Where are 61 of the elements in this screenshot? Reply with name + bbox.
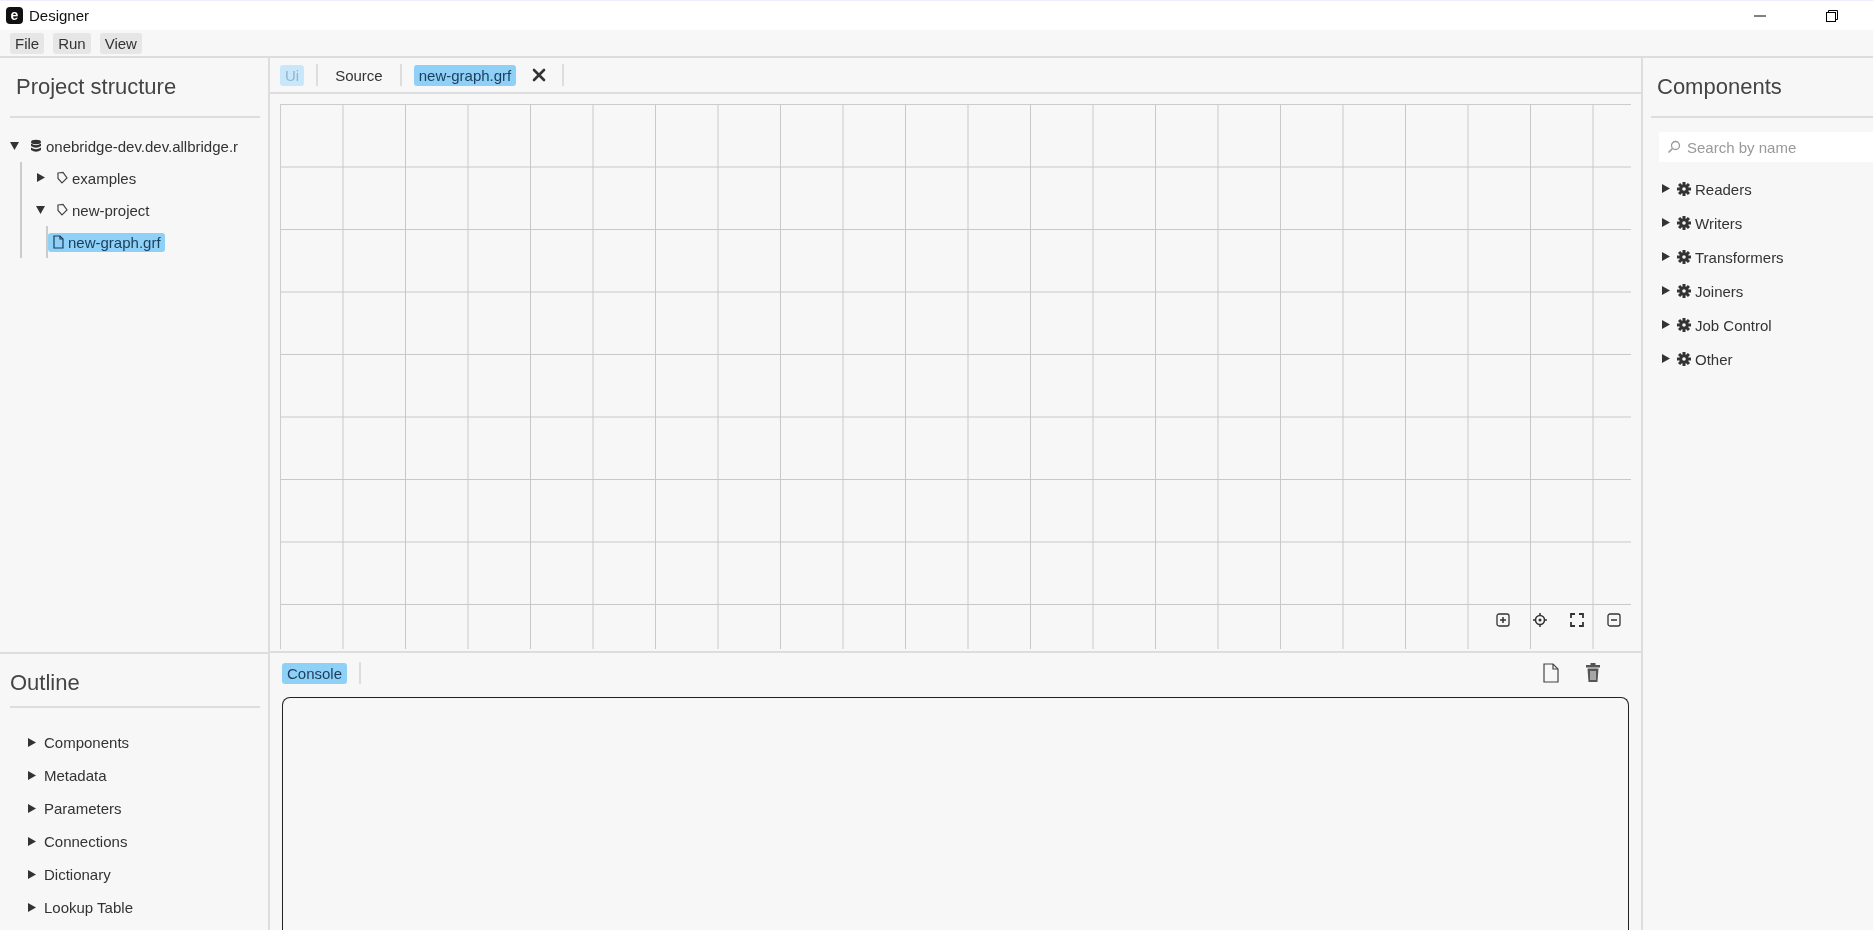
tree-item[interactable]: onebridge-dev.dev.allbridge.r [26,136,243,156]
expand-arrow-icon[interactable] [1661,252,1670,262]
component-category[interactable]: Joiners [1677,282,1744,300]
close-icon[interactable] [532,68,547,82]
expand-arrow-icon[interactable] [36,173,45,183]
component-category[interactable]: Transformers [1677,248,1784,266]
expand-arrow-icon[interactable] [1661,354,1670,364]
component-category[interactable]: Job Control [1677,316,1772,334]
outline-item[interactable]: Parameters [44,800,122,817]
component-category[interactable]: Writers [1677,214,1743,232]
collapse-arrow-icon[interactable] [36,205,45,215]
menu-item[interactable]: File [10,32,45,54]
trash-icon[interactable] [1585,663,1601,683]
window-title: Designer [29,7,90,24]
outline-item[interactable]: Dictionary [44,866,111,883]
expand-arrow-icon[interactable] [27,902,36,913]
fit-screen-icon[interactable] [1570,613,1584,627]
panel-title: Project structure [15,73,178,101]
component-category[interactable]: Readers [1677,180,1752,198]
zoom-out-icon[interactable] [1607,613,1621,627]
outline-item[interactable]: Components [44,734,130,751]
gear-icon [1677,318,1691,332]
menu-item[interactable]: View [99,32,142,54]
search-field[interactable]: Search by name [1659,132,1873,162]
outline-item[interactable]: Connections [44,833,128,850]
expand-arrow-icon[interactable] [27,869,36,880]
gear-icon [1677,352,1691,366]
tree-item[interactable]: examples [52,168,141,188]
zoom-in-icon[interactable] [1496,613,1510,627]
file-icon [52,235,64,249]
tag-icon [56,203,68,217]
outline-item[interactable]: Lookup Table [44,899,133,916]
tree-item[interactable]: new-project [52,200,154,220]
database-icon [30,139,42,153]
expand-arrow-icon[interactable] [27,770,36,781]
gear-icon [1677,284,1691,298]
expand-arrow-icon[interactable] [27,803,36,814]
target-icon[interactable] [1533,613,1547,627]
expand-arrow-icon[interactable] [1661,218,1670,228]
restore-icon[interactable] [1825,8,1839,23]
menu-item[interactable]: Run [53,32,91,54]
collapse-arrow-icon[interactable] [10,141,19,151]
expand-arrow-icon[interactable] [1661,184,1670,194]
expand-arrow-icon[interactable] [1661,286,1670,296]
panel-title: Components [1656,73,1783,101]
file-tab[interactable]: new-graph.grf [413,64,517,86]
view-tab[interactable]: Source [330,64,388,86]
outline-item[interactable]: Metadata [44,767,107,784]
tree-item[interactable]: new-graph.grf [48,232,165,252]
gear-icon [1677,216,1691,230]
tag-icon [56,171,68,185]
gear-icon [1677,250,1691,264]
expand-arrow-icon[interactable] [27,737,36,748]
file-icon[interactable] [1543,663,1559,683]
expand-arrow-icon[interactable] [1661,320,1670,330]
panel-title: Outline [9,669,81,697]
app-logo: e [6,7,23,24]
gear-icon [1677,182,1691,196]
component-category[interactable]: Other [1677,350,1733,368]
console-tab[interactable]: Console [282,662,348,684]
expand-arrow-icon[interactable] [27,836,36,847]
